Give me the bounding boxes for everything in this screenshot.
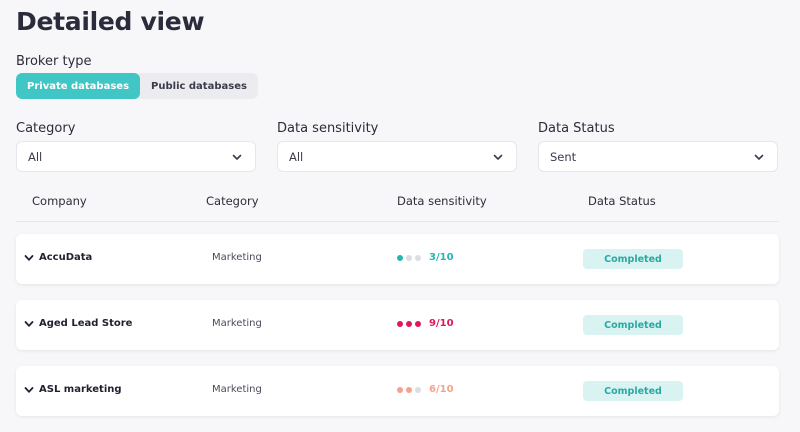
status-badge: Completed (583, 381, 683, 401)
column-header-status: Data Status (588, 194, 656, 208)
chevron-down-icon[interactable] (24, 319, 34, 329)
sensitivity-filter-label: Data sensitivity (277, 121, 379, 136)
sensitivity-dot (406, 254, 412, 261)
sensitivity-dot (415, 320, 421, 327)
category-cell: Marketing (212, 318, 262, 329)
sensitivity-indicator: 6/10 (397, 384, 454, 395)
table-row[interactable]: AccuData Marketing 3/10 Completed (16, 234, 779, 284)
status-filter-label: Data Status (538, 121, 615, 136)
page-title: Detailed view (16, 7, 205, 36)
table-row[interactable]: ASL marketing Marketing 6/10 Completed (16, 366, 779, 416)
sensitivity-score: 9/10 (429, 318, 454, 329)
company-name: ASL marketing (39, 384, 122, 395)
category-select[interactable]: All (16, 141, 256, 172)
sensitivity-score: 6/10 (429, 384, 454, 395)
sensitivity-filter: Data sensitivity All (277, 121, 517, 172)
table-row[interactable]: Aged Lead Store Marketing 9/10 Completed (16, 300, 779, 350)
category-filter-label: Category (16, 121, 76, 136)
category-cell: Marketing (212, 384, 262, 395)
sensitivity-dot (397, 320, 403, 327)
category-select-value: All (28, 149, 43, 164)
status-badge: Completed (583, 249, 683, 269)
chevron-down-icon (754, 154, 764, 160)
sensitivity-select-value: All (289, 149, 304, 164)
chevron-down-icon (232, 154, 242, 160)
broker-type-toggle: Private databases Public databases (16, 73, 258, 99)
broker-type-label: Broker type (16, 54, 92, 69)
column-header-company: Company (32, 194, 87, 208)
sensitivity-indicator: 3/10 (397, 252, 454, 263)
sensitivity-dot (397, 386, 403, 393)
column-header-sensitivity: Data sensitivity (397, 194, 487, 208)
sensitivity-dot (397, 254, 403, 261)
sensitivity-score: 3/10 (429, 252, 454, 263)
chevron-down-icon (493, 154, 503, 160)
company-name: Aged Lead Store (39, 318, 133, 329)
status-badge: Completed (583, 315, 683, 335)
status-select-value: Sent (550, 149, 577, 164)
sensitivity-indicator: 9/10 (397, 318, 454, 329)
sensitivity-dot (406, 320, 412, 327)
category-filter: Category All (16, 121, 256, 172)
chevron-down-icon[interactable] (24, 385, 34, 395)
private-databases-button[interactable]: Private databases (16, 73, 141, 99)
status-filter: Data Status Sent (538, 121, 778, 172)
chevron-down-icon[interactable] (24, 253, 34, 263)
category-cell: Marketing (212, 252, 262, 263)
table-header: Company Category Data sensitivity Data S… (16, 188, 779, 222)
sensitivity-dot (415, 254, 421, 261)
public-databases-button[interactable]: Public databases (140, 73, 258, 99)
company-name: AccuData (39, 252, 93, 263)
column-header-category: Category (206, 194, 259, 208)
status-select[interactable]: Sent (538, 141, 778, 172)
sensitivity-select[interactable]: All (277, 141, 517, 172)
sensitivity-dot (415, 386, 421, 393)
sensitivity-dot (406, 386, 412, 393)
